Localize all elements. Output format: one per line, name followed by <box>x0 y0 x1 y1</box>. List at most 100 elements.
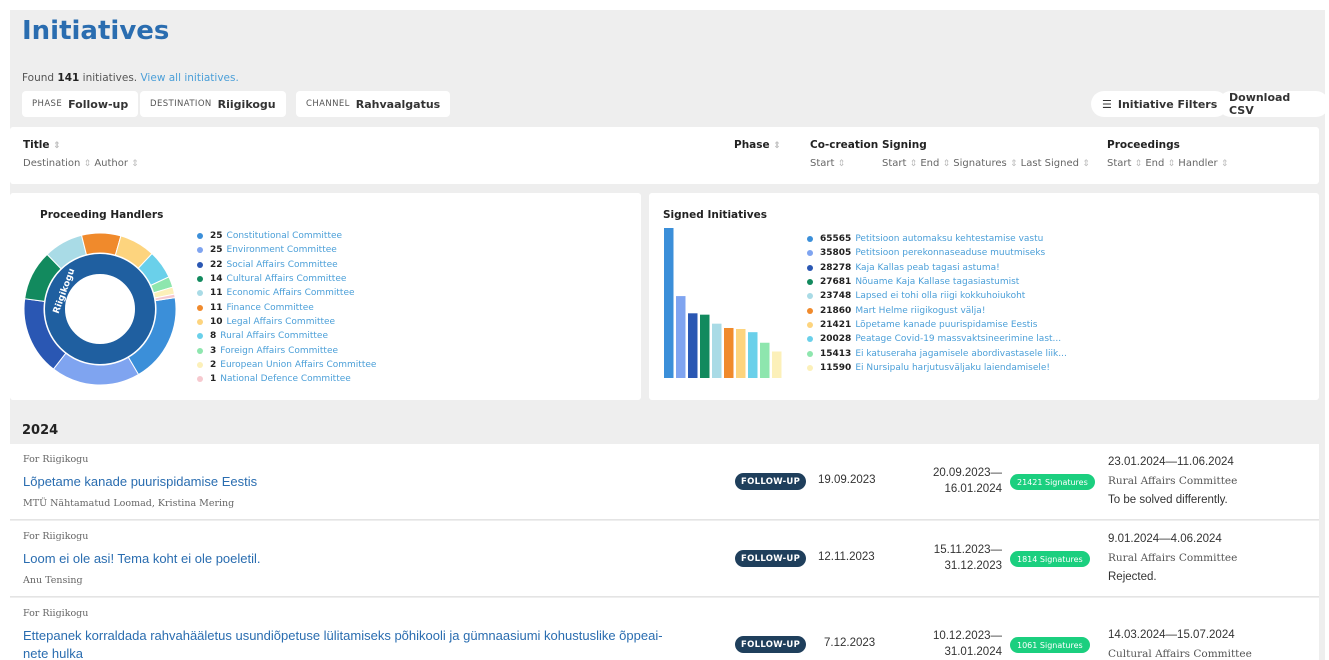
signed-bar[interactable] <box>688 313 698 378</box>
sort-cocreation-start[interactable]: Start ⇕ <box>810 158 845 169</box>
legend-count: 11 <box>210 288 223 299</box>
legend-dot <box>807 307 813 314</box>
legend-dot <box>197 347 203 354</box>
filter-chip-phase[interactable]: PHASE Follow-up <box>22 91 139 117</box>
signed-bar[interactable] <box>712 323 722 378</box>
handlers-legend: 25 Constitutional Committee 25 Environment … <box>197 229 376 386</box>
signed-legend-item[interactable]: 27681 Nõuame Kaja Kallase tagasiastumist <box>807 275 1067 289</box>
handlers-chart-card: Proceeding Handlers Riigikogu 25 Constitu… <box>10 193 641 400</box>
handler-legend-item[interactable]: 25 Environment Committee <box>197 243 376 257</box>
view-all-link[interactable]: View all initiatives. <box>140 72 238 84</box>
signed-legend-item[interactable]: 21860 Mart Helme riigikogust välja! <box>807 303 1067 317</box>
legend-dot <box>807 250 813 257</box>
phase-badge: FOLLOW-UP <box>735 473 807 490</box>
legend-dot <box>807 264 813 271</box>
sort-destination-author[interactable]: Destination ⇕ Author ⇕ <box>23 158 139 169</box>
signed-bar[interactable] <box>724 327 734 378</box>
signed-bar[interactable] <box>748 332 758 378</box>
legend-count: 15413 <box>820 348 852 359</box>
handler-legend-item[interactable]: 22 Social Affairs Committee <box>197 258 376 272</box>
author-label: MTÜ Nähtamatud Loomad, Kristina Mering <box>23 498 235 509</box>
handler-legend-item[interactable]: 1 National Defence Committee <box>197 372 376 386</box>
sort-proceedings[interactable]: Start ⇕ End ⇕ Handler ⇕ <box>1107 158 1228 169</box>
signing-dates: 15.11.2023— 31.12.2023 <box>933 544 1002 572</box>
signed-legend-item[interactable]: 21421 Lõpetame kanade puurispidamise Eest… <box>807 318 1067 332</box>
signed-legend-item[interactable]: 35805 Petitsioon perekonnaseaduse muutmis… <box>807 246 1067 260</box>
sort-signing[interactable]: Start ⇕ End ⇕ Signatures ⇕ Last Signed ⇕ <box>882 158 1090 169</box>
signed-bar[interactable] <box>664 228 674 378</box>
legend-label: Petitsioon automaksu kehtestamise vastu <box>855 234 1044 245</box>
legend-label: European Union Affairs Committee <box>220 359 377 370</box>
signing-dates: 20.09.2023— 16.01.2024 <box>932 467 1002 495</box>
destination-label: For Riigikogu <box>23 531 89 542</box>
signed-bar[interactable] <box>772 351 782 378</box>
legend-label: Nõuame Kaja Kallase tagasiastumist <box>855 277 1020 288</box>
signed-bar[interactable] <box>760 342 770 378</box>
signatures-badge: 1061 Signatures <box>1010 637 1090 653</box>
legend-count: 21421 <box>820 319 852 330</box>
legend-label: Foreign Affairs Committee <box>220 345 339 356</box>
handler-legend-item[interactable]: 11 Economic Affairs Committee <box>197 286 376 300</box>
donut-slice[interactable] <box>80 232 122 256</box>
download-csv-button[interactable]: Download CSV <box>1218 91 1329 117</box>
signed-bar[interactable] <box>700 314 710 378</box>
initiative-filters-button[interactable]: ☰ Initiative Filters <box>1091 91 1229 117</box>
legend-dot <box>807 350 813 357</box>
handler-legend-item[interactable]: 14 Cultural Affairs Committee <box>197 272 376 286</box>
signed-legend-item[interactable]: 23748 Lapsed ei tohi olla riigi kokkuhoiu… <box>807 289 1067 303</box>
legend-count: 22 <box>210 259 223 270</box>
destination-label: For Riigikogu <box>23 608 89 619</box>
handler-legend-item[interactable]: 3 Foreign Affairs Committee <box>197 343 376 357</box>
signed-bar[interactable] <box>676 296 686 378</box>
proceedings-header: Proceedings <box>1107 139 1180 151</box>
legend-label: Environment Committee <box>226 245 337 256</box>
handler-legend-item[interactable]: 25 Constitutional Committee <box>197 229 376 243</box>
handler-legend-item[interactable]: 8 Rural Affairs Committee <box>197 329 376 343</box>
handler-legend-item[interactable]: 10 Legal Affairs Committee <box>197 315 376 329</box>
filter-chip-channel[interactable]: CHANNEL Rahvaalgatus <box>296 91 451 117</box>
sort-phase[interactable]: Phase ⇕ <box>734 139 781 151</box>
signing-header: Signing <box>882 139 927 151</box>
legend-count: 1 <box>210 374 217 385</box>
initiative-title-link[interactable]: Lõpetame kanade puurispidamise Eestis <box>23 474 257 489</box>
legend-label: Peatage Covid-19 massvaktsineerimine las… <box>855 334 1062 345</box>
result-count: Found 141 initiatives. View all initiati… <box>22 72 239 84</box>
handler-legend-item[interactable]: 2 European Union Affairs Committee <box>197 358 376 372</box>
signed-legend-item[interactable]: 65565 Petitsioon automaksu kehtestamise v… <box>807 232 1067 246</box>
proceeding-result: To be solved differently. <box>1108 494 1228 506</box>
legend-dot <box>197 304 203 311</box>
legend-count: 28278 <box>820 262 852 273</box>
legend-label: Cultural Affairs Committee <box>226 274 347 285</box>
filter-chip-destination[interactable]: DESTINATION Riigikogu <box>140 91 286 117</box>
initiative-row[interactable]: For Riigikogu Lõpetame kanade puurispida… <box>10 444 1319 520</box>
cocreation-start: 7.12.2023 <box>824 637 876 649</box>
legend-count: 21860 <box>820 305 852 316</box>
initiative-row[interactable]: For Riigikogu Ettepanek korraldada rahva… <box>10 598 1319 660</box>
proceeding-dates: 14.03.2024—15.07.2024 <box>1108 629 1235 641</box>
legend-count: 2 <box>210 359 217 370</box>
legend-label: Petitsioon perekonnaseaduse muutmiseks <box>855 248 1046 259</box>
handlers-chart-title: Proceeding Handlers <box>40 209 164 221</box>
proceeding-handler: Cultural Affairs Committee <box>1108 648 1252 660</box>
signed-legend-item[interactable]: 20028 Peatage Covid-19 massvaktsineerimin… <box>807 332 1067 346</box>
legend-count: 65565 <box>820 234 852 245</box>
initiative-title-link[interactable]: Loom ei ole asi! Tema koht ei ole poelet… <box>23 551 261 566</box>
proceeding-handler: Rural Affairs Committee <box>1108 552 1238 564</box>
initiative-title-link-cont[interactable]: nete hulka <box>23 646 83 660</box>
signed-legend-item[interactable]: 28278 Kaja Kallas peab tagasi astuma! <box>807 261 1067 275</box>
legend-count: 27681 <box>820 277 852 288</box>
signed-bar[interactable] <box>736 328 746 378</box>
signed-legend-item[interactable]: 15413 Ei katuseraha jagamisele abordivast… <box>807 346 1067 360</box>
legend-label: Lapsed ei tohi olla riigi kokkuhoiukoht <box>855 291 1026 302</box>
handler-legend-item[interactable]: 11 Finance Committee <box>197 300 376 314</box>
initiative-title-link[interactable]: Ettepanek korraldada rahvahääletus usund… <box>23 628 663 643</box>
legend-label: Kaja Kallas peab tagasi astuma! <box>855 262 1000 273</box>
signed-legend-item[interactable]: 11590 Ei Nursipalu harjutusväljaku laiend… <box>807 361 1067 375</box>
legend-dot <box>807 321 813 328</box>
legend-label: Legal Affairs Committee <box>226 316 336 327</box>
signatures-badge: 1814 Signatures <box>1010 551 1090 567</box>
legend-label: National Defence Committee <box>220 374 351 385</box>
sort-title[interactable]: Title ⇕ <box>23 139 61 151</box>
legend-count: 11 <box>210 302 223 313</box>
initiative-row[interactable]: For Riigikogu Loom ei ole asi! Tema koht… <box>10 521 1319 597</box>
